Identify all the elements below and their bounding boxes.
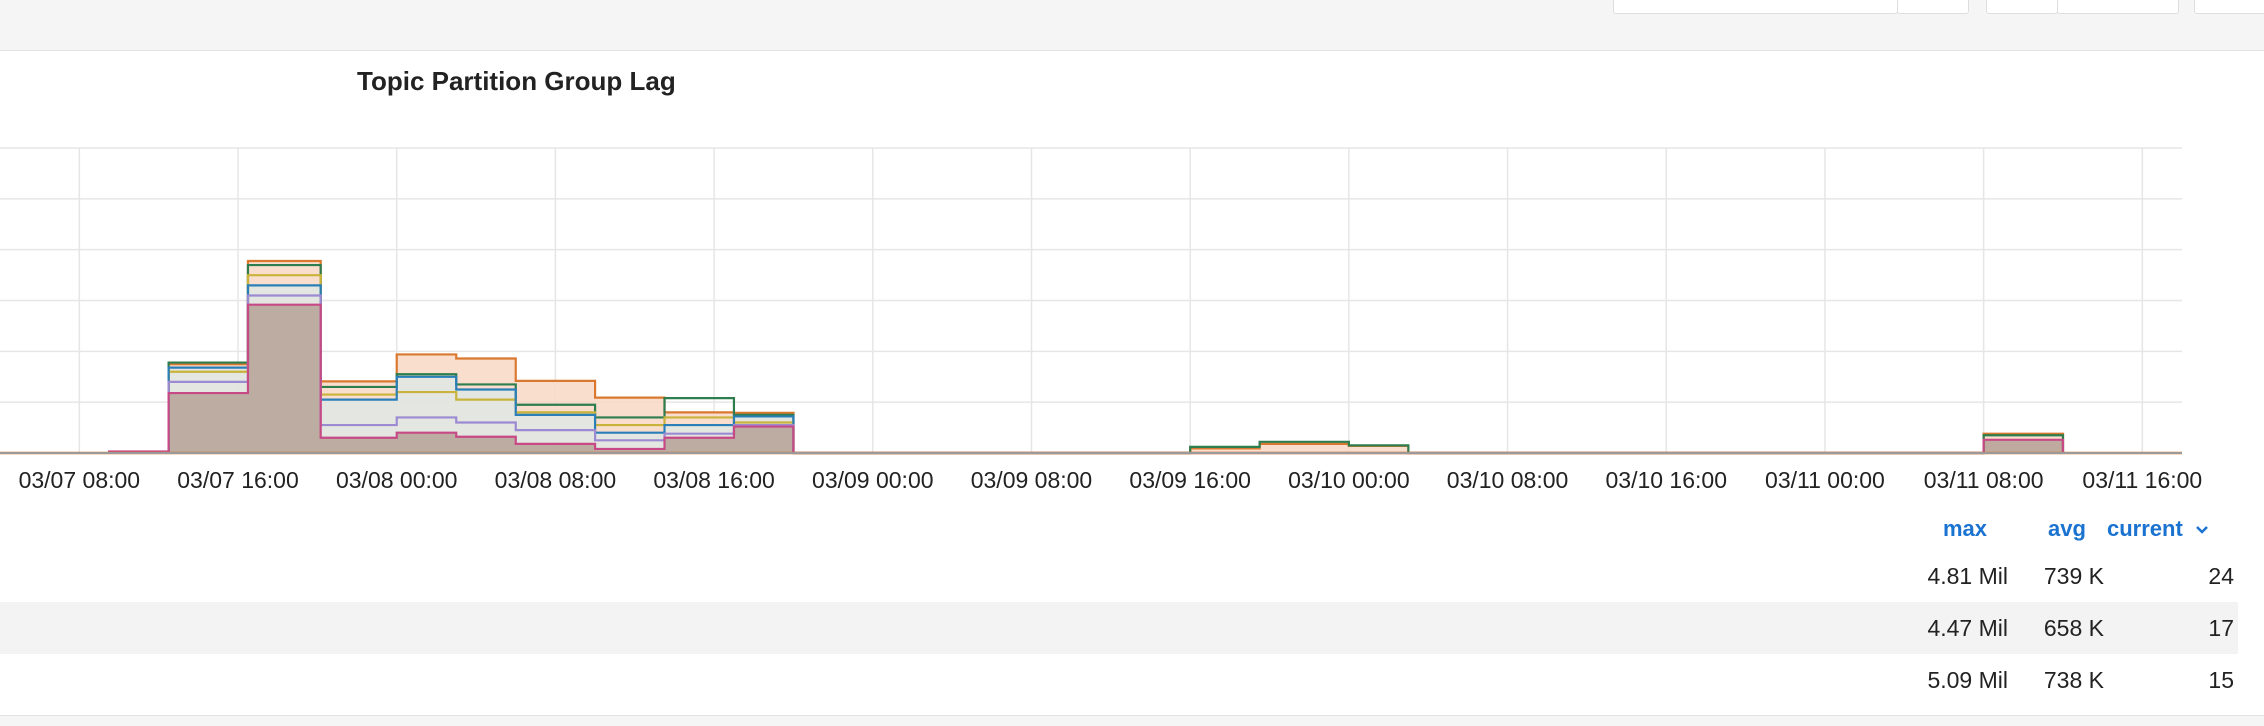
legend-row[interactable]: 5.09 Mil 738 K 15 bbox=[0, 654, 2238, 706]
x-tick-label: 03/09 08:00 bbox=[971, 467, 1093, 493]
x-tick-label: 03/10 16:00 bbox=[1605, 467, 1727, 493]
legend-header-current[interactable]: current bbox=[2107, 516, 2209, 542]
chevron-down-icon bbox=[2196, 526, 2208, 534]
legend-current: 17 bbox=[2208, 615, 2234, 641]
legend-header-avg[interactable]: avg bbox=[2048, 516, 2086, 542]
legend-max: 5.09 Mil bbox=[1927, 667, 2008, 693]
legend-header-max[interactable]: max bbox=[1943, 516, 1987, 542]
x-tick-label: 03/08 08:00 bbox=[495, 467, 617, 493]
legend-avg: 658 K bbox=[2043, 615, 2104, 641]
x-tick-label: 03/11 00:00 bbox=[1765, 467, 1885, 493]
chart: 03/07 08:00 03/07 16:00 03/08 00:00 03/08 0… bbox=[0, 147, 2202, 493]
x-tick-label: 03/10 00:00 bbox=[1288, 467, 1410, 493]
legend-avg: 738 K bbox=[2043, 667, 2104, 693]
x-tick-label: 03/09 00:00 bbox=[812, 467, 934, 493]
x-tick-label: 03/09 16:00 bbox=[1129, 467, 1251, 493]
legend-current: 24 bbox=[2208, 563, 2234, 589]
x-tick-label: 03/07 16:00 bbox=[177, 467, 299, 493]
chart-areas bbox=[109, 260, 2063, 453]
legend-max: 4.47 Mil bbox=[1927, 615, 2008, 641]
x-tick-label: 03/07 08:00 bbox=[19, 467, 141, 493]
x-tick-label: 03/11 08:00 bbox=[1924, 467, 2044, 493]
x-axis: 03/07 08:00 03/07 16:00 03/08 00:00 03/08 0… bbox=[0, 452, 2202, 493]
x-tick-label: 03/10 08:00 bbox=[1447, 467, 1569, 493]
x-tick-label: 03/08 00:00 bbox=[336, 467, 458, 493]
legend-header-current-label: current bbox=[2107, 516, 2183, 541]
x-tick-label: 03/11 16:00 bbox=[2082, 467, 2202, 493]
legend-max: 4.81 Mil bbox=[1927, 563, 2008, 589]
x-tick-label: 03/08 16:00 bbox=[653, 467, 775, 493]
chart-lines bbox=[0, 259, 2182, 455]
legend-avg: 739 K bbox=[2043, 563, 2104, 589]
legend-current: 15 bbox=[2208, 667, 2234, 693]
legend-row[interactable]: 4.81 Mil 739 K 24 bbox=[0, 550, 2238, 602]
legend-row[interactable]: 4.47 Mil 658 K 17 bbox=[0, 602, 2238, 654]
